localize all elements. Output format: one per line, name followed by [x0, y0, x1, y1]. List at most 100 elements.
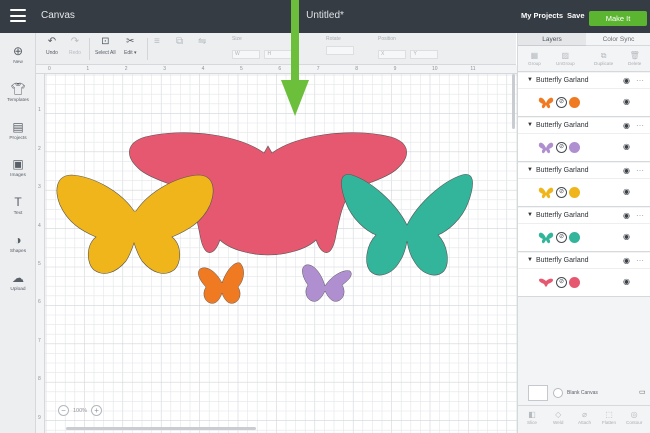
ungroup-button[interactable]: ▨ UnGroup [556, 51, 575, 66]
x-field[interactable]: X [378, 50, 406, 59]
blank-canvas-swatch[interactable] [528, 385, 548, 401]
sidebar-item-templates[interactable]: 👕︎ Templates [0, 82, 36, 103]
layer-group-row[interactable]: ▼ Butterfly Garland ◉ ⋯ [518, 208, 650, 224]
flip-button[interactable]: ⇋ [198, 36, 206, 48]
cricut-design-app: Canvas Untitled* My Projects Save Make I… [0, 0, 650, 433]
y-field[interactable]: Y [410, 50, 439, 59]
sidebar-item-text[interactable]: T Text [0, 195, 36, 216]
tab-color-sync[interactable]: Color Sync [586, 33, 650, 46]
blank-canvas-toggle[interactable] [553, 388, 563, 398]
layer-item[interactable]: ⊘ ◉ [518, 269, 650, 297]
weld-button[interactable]: ◇ Weld [553, 410, 563, 425]
layer-item[interactable]: ⊘ ◉ [518, 134, 650, 162]
color-swatch[interactable] [569, 97, 580, 108]
caret-down-icon[interactable]: ▼ [527, 77, 533, 83]
scissors-icon: ✂ [126, 36, 135, 47]
eye-icon[interactable]: ◉ [623, 97, 630, 106]
attach-button[interactable]: ⌀ Attach [578, 410, 591, 425]
layer-group-row[interactable]: ▼ Butterfly Garland ◉ ⋯ [518, 118, 650, 134]
duplicate-button[interactable]: ⧉ Duplicate [594, 51, 613, 66]
caret-down-icon[interactable]: ▼ [527, 122, 533, 128]
eye-icon[interactable]: ◉ [623, 142, 630, 151]
my-projects-link[interactable]: My Projects [521, 11, 563, 20]
cut-icon[interactable]: ⊘ [556, 187, 567, 198]
yellow-butterfly[interactable] [56, 174, 214, 274]
more-icon[interactable]: ⋯ [636, 166, 644, 175]
sidebar-item-images[interactable]: ▣ Images [0, 157, 36, 178]
edit-menu-button[interactable]: ✂ Edit ▾ [124, 36, 137, 56]
edit-toolbar: ↶ Undo ↷ Redo ⊡ Select All ✂ Edit ▾ ≡ ⧉ … [36, 33, 516, 65]
make-it-button[interactable]: Make It [589, 11, 647, 26]
align-button[interactable]: ≡ [154, 36, 160, 48]
rotate-group: Rotate [326, 36, 354, 60]
cut-icon[interactable]: ⊘ [556, 97, 567, 108]
caret-down-icon[interactable]: ▼ [527, 167, 533, 173]
cut-icon[interactable]: ⊘ [556, 142, 567, 153]
duplicate-icon: ⧉ [600, 51, 607, 60]
layer-group-row[interactable]: ▼ Butterfly Garland ◉ ⋯ [518, 73, 650, 89]
save-button[interactable]: Save [567, 11, 585, 20]
eye-icon[interactable]: ◉ [623, 76, 630, 85]
layers-panel: Layers Color Sync ▦ Group ▨ UnGroup ⧉ Du… [517, 33, 650, 433]
horizontal-scrollbar[interactable] [66, 427, 256, 430]
zoom-in-button[interactable]: + [91, 405, 103, 416]
select-all-button[interactable]: ⊡ Select All [95, 36, 116, 56]
arrange-button[interactable]: ⧉ [176, 36, 183, 48]
layer-item[interactable]: ⊘ ◉ [518, 89, 650, 117]
caret-down-icon[interactable]: ▼ [527, 212, 533, 218]
tab-layers[interactable]: Layers [518, 33, 586, 46]
group-button[interactable]: ▦ Group [528, 51, 541, 66]
top-bar: Canvas Untitled* My Projects Save Make I… [0, 0, 650, 33]
redo-button[interactable]: ↷ Redo [69, 36, 81, 56]
width-field[interactable]: W [232, 50, 260, 59]
more-icon[interactable]: ⋯ [636, 76, 644, 85]
color-swatch[interactable] [569, 187, 580, 198]
zoom-out-button[interactable]: − [58, 405, 69, 416]
eye-icon[interactable]: ◉ [623, 187, 630, 196]
divider [89, 38, 90, 60]
undo-icon: ↶ [47, 36, 57, 47]
butterfly-thumb-icon [538, 97, 554, 109]
layer-group-row[interactable]: ▼ Butterfly Garland ◉ ⋯ [518, 163, 650, 179]
vertical-scrollbar[interactable] [512, 74, 515, 129]
color-swatch[interactable] [569, 277, 580, 288]
color-swatch[interactable] [569, 142, 580, 153]
eye-icon[interactable]: ◉ [623, 121, 630, 130]
eye-icon[interactable]: ◉ [623, 256, 630, 265]
sidebar-item-projects[interactable]: ▤ Projects [0, 120, 36, 141]
canvas-visibility-icon[interactable]: ▭ [639, 388, 646, 396]
layer-item[interactable]: ⊘ ◉ [518, 179, 650, 207]
delete-button[interactable]: 🗑︎ Delete [628, 51, 641, 66]
eye-icon[interactable]: ◉ [623, 166, 630, 175]
cut-icon[interactable]: ⊘ [556, 232, 567, 243]
layer-item[interactable]: ⊘ ◉ [518, 224, 650, 252]
moth-thumb-icon [539, 278, 553, 287]
eye-icon[interactable]: ◉ [623, 211, 630, 220]
purple-butterfly[interactable] [302, 264, 352, 302]
layer-group-row[interactable]: ▼ Butterfly Garland ◉ ⋯ [518, 253, 650, 269]
shirt-icon: 👕︎ [10, 82, 26, 96]
sidebar-item-upload[interactable]: ☁ Upload [0, 271, 36, 292]
orange-butterfly[interactable] [198, 262, 244, 304]
zoom-level: 100% [73, 407, 88, 414]
slice-button[interactable]: ◧ Slice [527, 410, 537, 425]
upload-icon: ☁ [12, 271, 24, 285]
contour-button[interactable]: ◎ Contour [626, 410, 642, 425]
sidebar-item-shapes[interactable]: ◑ Shapes [0, 233, 36, 254]
design-canvas[interactable]: 0 1 2 3 4 5 6 7 8 9 10 11 123456789 − 100% + [36, 65, 517, 433]
color-swatch[interactable] [569, 232, 580, 243]
teal-butterfly[interactable] [341, 174, 473, 276]
flatten-button[interactable]: ⬚ Flatten [602, 410, 616, 425]
more-icon[interactable]: ⋯ [636, 256, 644, 265]
select-all-icon: ⊡ [101, 36, 110, 47]
eye-icon[interactable]: ◉ [623, 232, 630, 241]
position-group: Position X Y [378, 36, 439, 60]
rotate-field[interactable] [326, 46, 354, 55]
cut-icon[interactable]: ⊘ [556, 277, 567, 288]
more-icon[interactable]: ⋯ [636, 121, 644, 130]
undo-button[interactable]: ↶ Undo [46, 36, 58, 56]
more-icon[interactable]: ⋯ [636, 211, 644, 220]
eye-icon[interactable]: ◉ [623, 277, 630, 286]
sidebar-item-new[interactable]: ⊕ New [0, 44, 36, 65]
caret-down-icon[interactable]: ▼ [527, 257, 533, 263]
